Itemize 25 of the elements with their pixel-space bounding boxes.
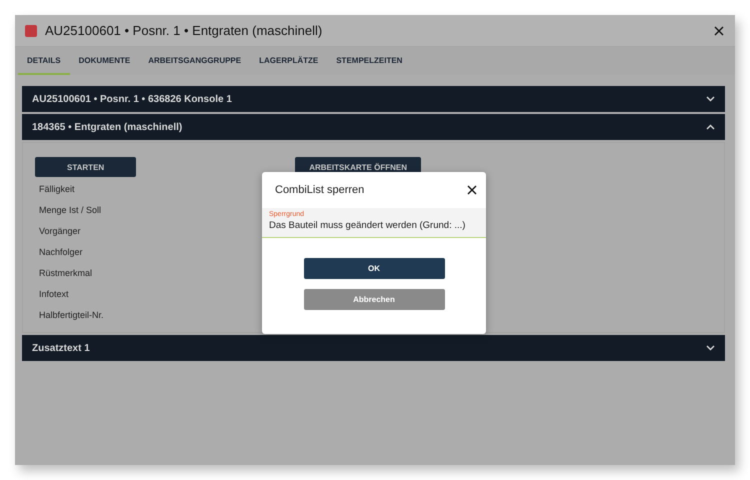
section-header[interactable]: Zusatztext 1 [22, 335, 725, 361]
dialog-title: CombiList sperren [275, 184, 364, 196]
field-label: Infotext [38, 288, 70, 301]
tab[interactable]: LAGERPLÄTZE [250, 47, 328, 75]
start-button[interactable]: STARTEN [35, 157, 136, 177]
tab[interactable]: STEMPELZEITEN [327, 47, 412, 75]
field-label: Vorgänger [38, 225, 82, 238]
field-label: Nachfolger [38, 246, 84, 259]
close-icon[interactable] [466, 184, 478, 196]
chevron-down-icon [706, 96, 715, 102]
section-header[interactable]: AU25100601 • Posnr. 1 • 636826 Konsole 1 [22, 86, 725, 112]
tab[interactable]: ARBEITSGANGGRUPPE [139, 47, 250, 75]
close-icon[interactable] [713, 24, 725, 36]
ok-button[interactable]: OK [304, 258, 444, 279]
field-label: Menge Ist / Soll [38, 204, 102, 217]
status-square-icon [25, 24, 37, 36]
chevron-down-icon [706, 345, 715, 351]
section-header[interactable]: 184365 • Entgraten (maschinell) [22, 114, 725, 140]
field-label: Rüstmerkmal [38, 267, 94, 280]
field-label: Fälligkeit [38, 183, 76, 196]
field-label: Halbfertigteil-Nr. [38, 309, 105, 322]
window-title: AU25100601 • Posnr. 1 • Entgraten (maschinell) [45, 23, 324, 38]
chevron-up-icon [706, 124, 715, 130]
tab[interactable]: DOKUMENTE [70, 47, 140, 75]
tab[interactable]: DETAILS [18, 47, 70, 75]
